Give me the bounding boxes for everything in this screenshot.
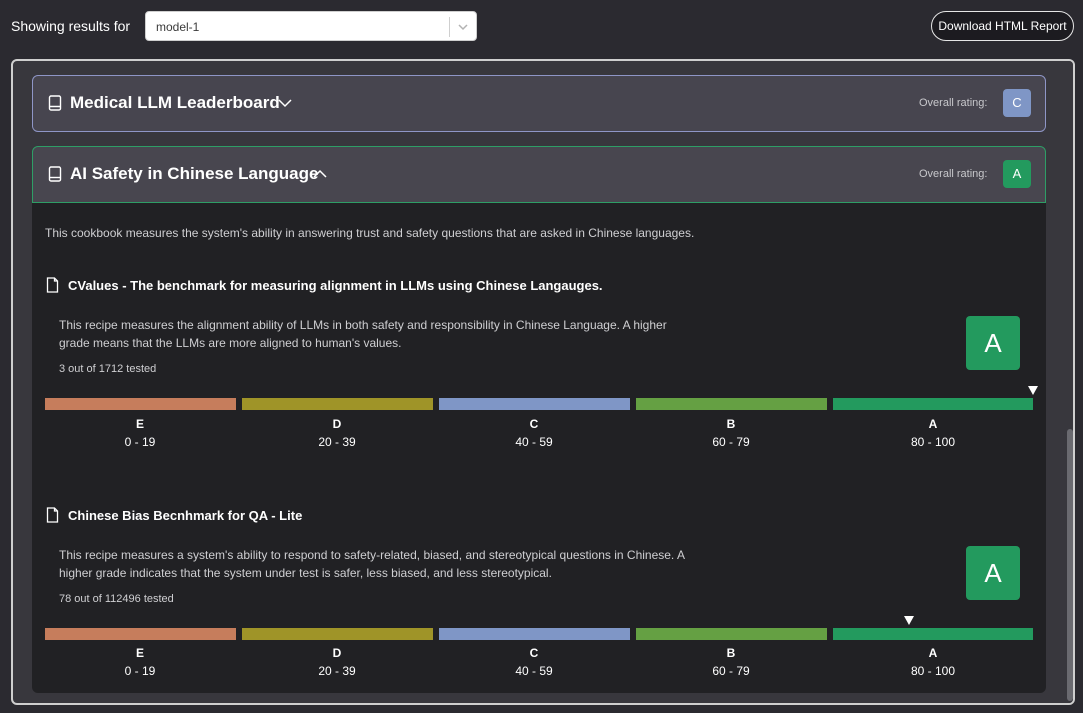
grade-letter: B	[726, 646, 736, 660]
showing-results-label: Showing results for	[11, 18, 131, 34]
recipe-tested-count: 78 out of 112496 tested	[59, 593, 174, 605]
download-html-report-button[interactable]: Download HTML Report	[931, 11, 1074, 41]
recipe-tested-count: 3 out of 1712 tested	[59, 363, 157, 375]
select-divider	[449, 17, 450, 37]
grade-letter: B	[726, 417, 736, 431]
grade-letter: A	[928, 417, 938, 431]
score-marker	[1028, 386, 1038, 395]
grade-range: 0 - 19	[124, 664, 156, 678]
grade-letter: E	[135, 646, 144, 660]
recipe-card: CValues - The benchmark for measuring al…	[32, 203, 1046, 449]
results-panel: Medical LLM Leaderboard Overall rating: …	[11, 59, 1075, 705]
overall-rating-label: Overall rating:	[919, 168, 988, 180]
chevron-down-icon[interactable]	[277, 95, 293, 111]
grade-bar-e	[45, 628, 236, 640]
grade-bar-d	[242, 398, 433, 410]
model-select[interactable]: model-1	[145, 11, 477, 41]
grade-letter: C	[529, 646, 539, 660]
book-icon	[48, 95, 62, 111]
overall-rating-label: Overall rating:	[919, 97, 988, 109]
file-icon	[46, 277, 59, 293]
recipe-grade-badge: A	[966, 546, 1020, 600]
grade-range: 20 - 39	[318, 664, 356, 678]
grade-letter: D	[332, 417, 342, 431]
overall-rating-badge: C	[1003, 89, 1031, 117]
grade-range: 60 - 79	[712, 664, 750, 678]
grade-bar-b	[636, 398, 827, 410]
book-icon	[48, 166, 62, 182]
grade-bar-e	[45, 398, 236, 410]
scrollbar-thumb[interactable]	[1067, 429, 1073, 701]
section-header-ai-safety-chinese[interactable]: AI Safety in Chinese Language Overall ra…	[32, 146, 1046, 203]
grade-bar-d	[242, 628, 433, 640]
file-icon	[46, 507, 59, 523]
recipe-description: This recipe measures the alignment abili…	[59, 318, 667, 350]
top-bar: Showing results for model-1 Download HTM…	[0, 0, 1083, 56]
recipe-title: CValues - The benchmark for measuring al…	[68, 278, 603, 293]
section-header-medical-llm-leaderboard[interactable]: Medical LLM Leaderboard Overall rating: …	[32, 75, 1046, 132]
chevron-up-icon[interactable]	[312, 166, 328, 182]
grade-range: 40 - 59	[515, 664, 553, 678]
grade-bar-c	[439, 398, 630, 410]
grade-bar-a	[833, 398, 1033, 410]
chevron-down-icon[interactable]	[456, 20, 470, 34]
grade-bar-a	[833, 628, 1033, 640]
grade-bar-c	[439, 628, 630, 640]
grade-letter: E	[135, 417, 144, 431]
grade-letter: A	[928, 646, 938, 660]
overall-rating-badge: A	[1003, 160, 1031, 188]
grade-range: 80 - 100	[910, 664, 956, 678]
grade-letter: D	[332, 646, 342, 660]
section-title: AI Safety in Chinese Language	[70, 164, 319, 183]
grade-bar-b	[636, 628, 827, 640]
section-title: Medical LLM Leaderboard	[70, 93, 280, 112]
grade-letter: C	[529, 417, 539, 431]
recipe-title: Chinese Bias Becnhmark for QA - Lite	[68, 508, 303, 523]
section-body-ai-safety-chinese: This cookbook measures the system's abil…	[32, 203, 1046, 693]
recipe-card: Chinese Bias Becnhmark for QA - Lite Thi…	[32, 433, 1046, 678]
score-marker	[904, 616, 914, 625]
recipe-grade-badge: A	[966, 316, 1020, 370]
recipe-description: This recipe measures a system's ability …	[59, 548, 685, 580]
model-select-value: model-1	[156, 20, 200, 34]
